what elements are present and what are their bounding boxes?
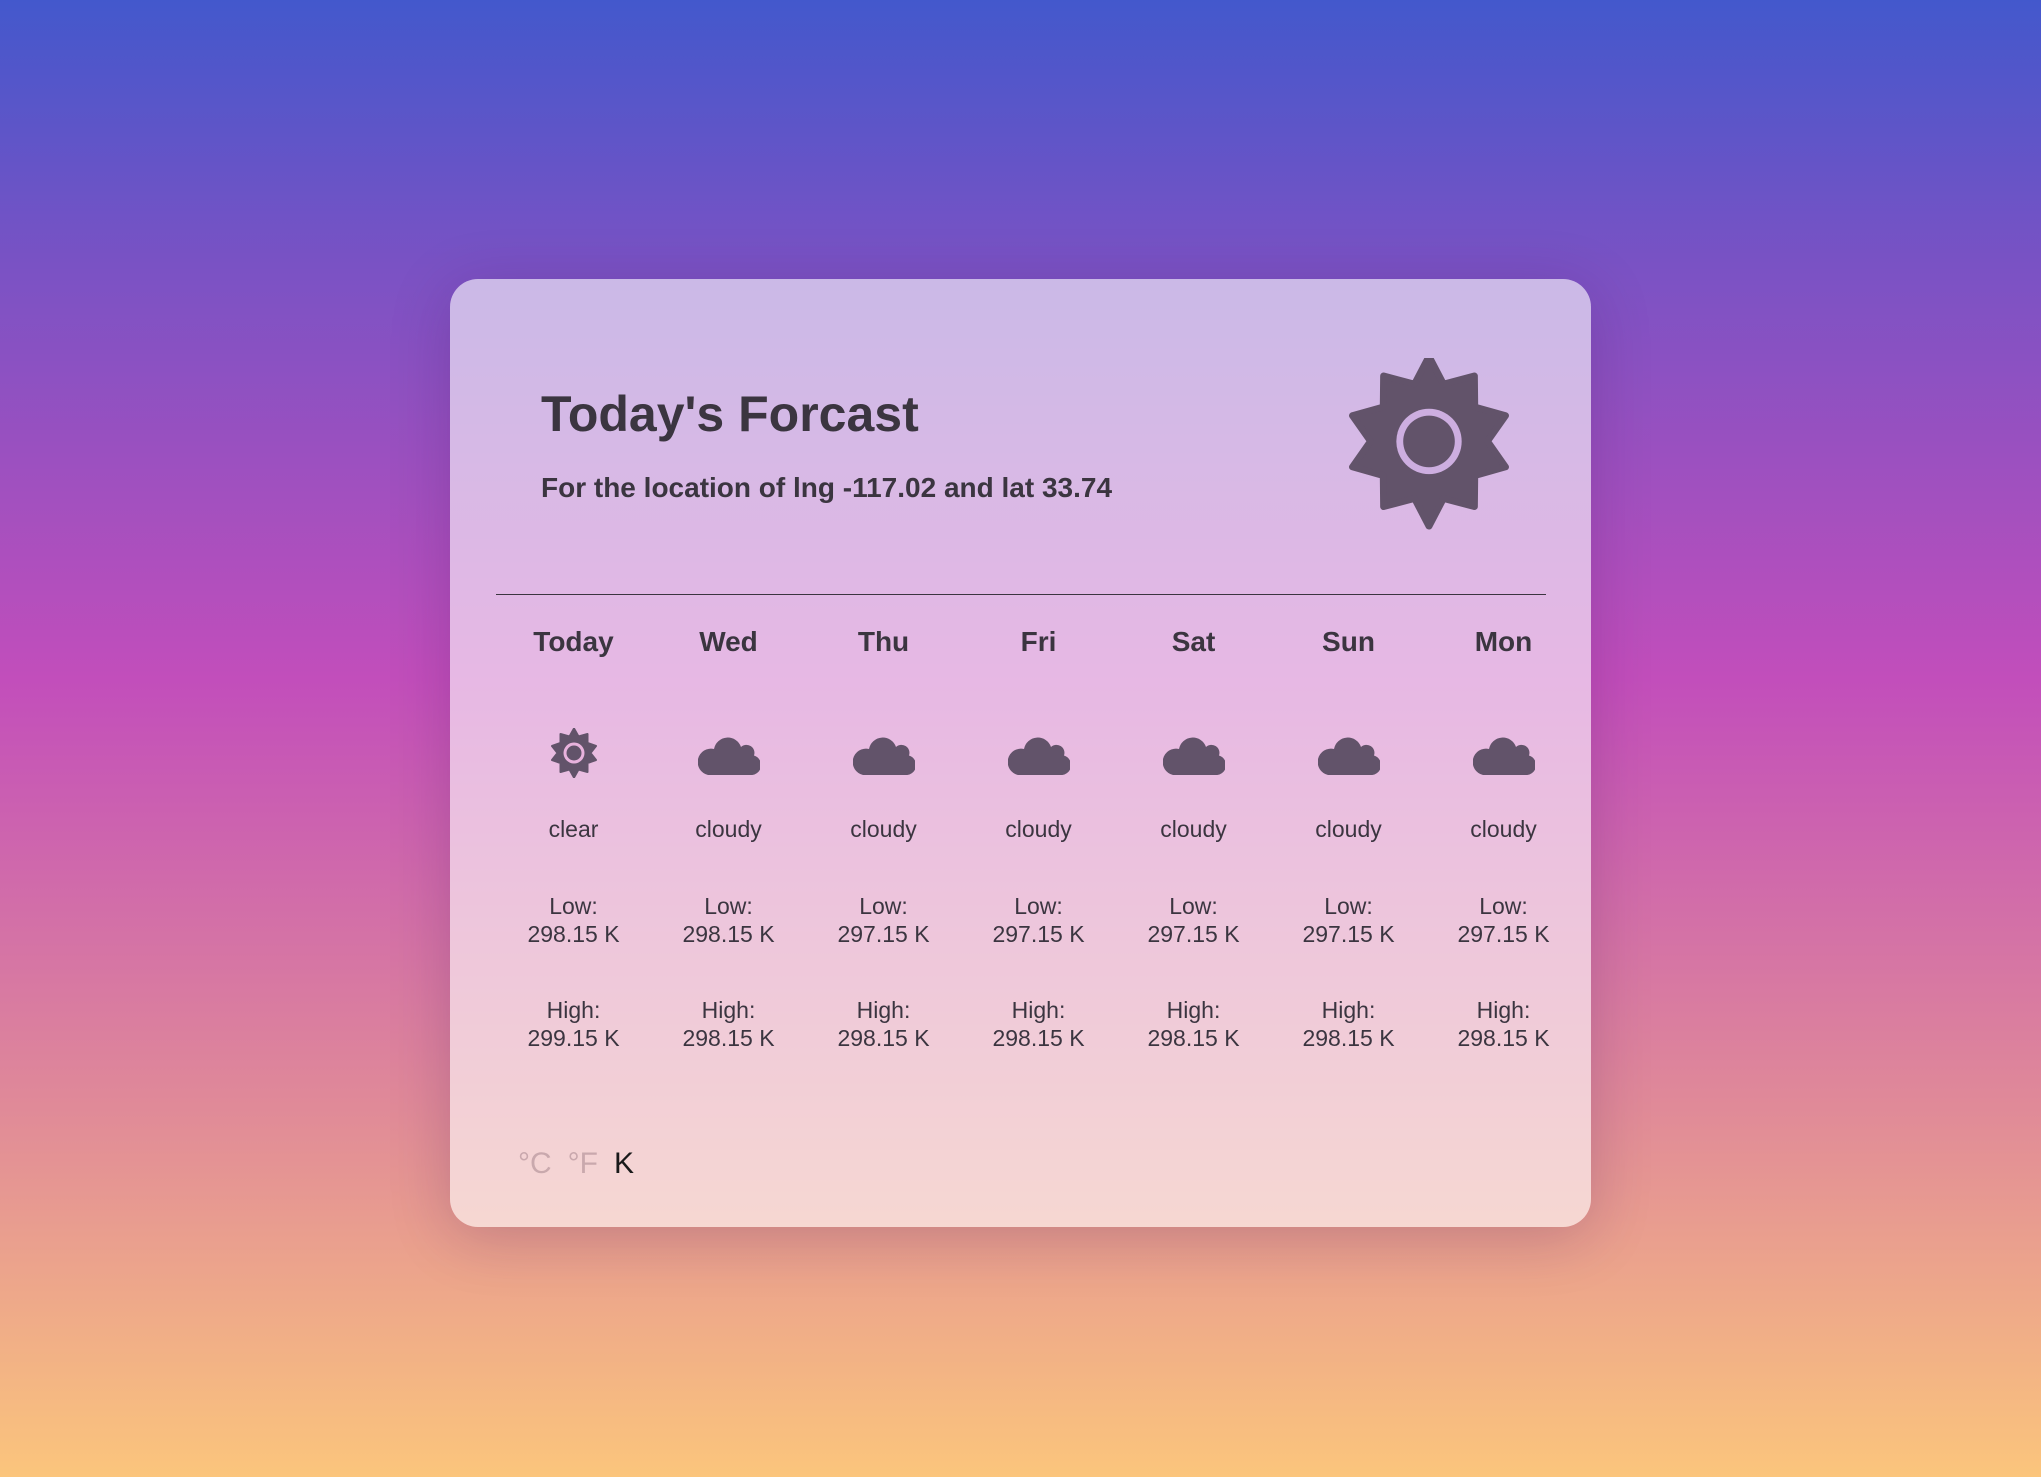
high-temp: High: 298.15 K (1302, 996, 1394, 1052)
forecast-header: Today's Forcast For the location of lng … (541, 389, 1112, 504)
day-column: Sat cloudy Low: 297.15 K High: 298.15 K (1116, 624, 1271, 1052)
day-column: Sun cloudy Low: 297.15 K High: 298.15 K (1271, 624, 1426, 1052)
low-temp: Low: 297.15 K (1302, 892, 1394, 948)
low-temp: Low: 297.15 K (1147, 892, 1239, 948)
high-label: High: (546, 997, 601, 1023)
high-label: High: (1321, 997, 1376, 1023)
cloud-icon (1007, 728, 1070, 778)
low-label: Low: (859, 893, 908, 919)
cloud-icon (1472, 728, 1535, 778)
forecast-card: Today's Forcast For the location of lng … (450, 279, 1591, 1227)
high-label: High: (856, 997, 911, 1023)
fahrenheit-button[interactable]: °F (568, 1147, 598, 1181)
day-name: Wed (699, 626, 758, 657)
day-name: Thu (857, 626, 910, 657)
condition-label: cloudy (695, 816, 762, 842)
low-label: Low: (1479, 893, 1528, 919)
high-value: 299.15 K (527, 1025, 620, 1051)
condition-label: cloudy (850, 816, 917, 842)
high-value: 298.15 K (837, 1025, 930, 1051)
low-label: Low: (1014, 893, 1063, 919)
sun-icon (1343, 353, 1515, 530)
high-value: 298.15 K (1302, 1025, 1395, 1051)
day-name: Today (533, 626, 614, 657)
low-value: 297.15 K (1457, 921, 1550, 947)
low-value: 297.15 K (992, 921, 1085, 947)
high-label: High: (1476, 997, 1531, 1023)
cloud-icon (1317, 728, 1380, 778)
condition-label: cloudy (1470, 816, 1537, 842)
kelvin-button[interactable]: K (614, 1147, 634, 1181)
divider (496, 594, 1546, 595)
high-value: 298.15 K (992, 1025, 1085, 1051)
high-temp: High: 298.15 K (837, 996, 929, 1052)
low-temp: Low: 297.15 K (1457, 892, 1549, 948)
day-name: Fri (1020, 626, 1057, 657)
low-value: 298.15 K (682, 921, 775, 947)
day-name: Mon (1474, 626, 1533, 657)
low-value: 297.15 K (1302, 921, 1395, 947)
sun-icon (543, 728, 605, 778)
page-title: Today's Forcast (541, 386, 919, 442)
high-label: High: (1166, 997, 1221, 1023)
low-label: Low: (1169, 893, 1218, 919)
condition-label: cloudy (1160, 816, 1227, 842)
low-temp: Low: 298.15 K (527, 892, 619, 948)
low-temp: Low: 297.15 K (992, 892, 1084, 948)
day-column: Wed cloudy Low: 298.15 K High: 298.15 K (651, 624, 806, 1052)
low-temp: Low: 298.15 K (682, 892, 774, 948)
unit-toggle: °C °F K (518, 1147, 634, 1181)
daily-forecast: Today clear Low: 298.15 K High: 299.15 K… (496, 624, 1581, 1052)
high-temp: High: 299.15 K (527, 996, 619, 1052)
low-label: Low: (549, 893, 598, 919)
condition-label: cloudy (1315, 816, 1382, 842)
location-subtitle: For the location of lng -117.02 and lat … (541, 472, 1113, 503)
day-column: Fri cloudy Low: 297.15 K High: 298.15 K (961, 624, 1116, 1052)
low-value: 297.15 K (837, 921, 930, 947)
day-column: Today clear Low: 298.15 K High: 299.15 K (496, 624, 651, 1052)
condition-label: cloudy (1005, 816, 1072, 842)
low-temp: Low: 297.15 K (837, 892, 929, 948)
high-temp: High: 298.15 K (1147, 996, 1239, 1052)
low-value: 297.15 K (1147, 921, 1240, 947)
high-temp: High: 298.15 K (992, 996, 1084, 1052)
high-temp: High: 298.15 K (1457, 996, 1549, 1052)
day-column: Mon cloudy Low: 297.15 K High: 298.15 K (1426, 624, 1581, 1052)
celsius-button[interactable]: °C (518, 1147, 552, 1181)
day-column: Thu cloudy Low: 297.15 K High: 298.15 K (806, 624, 961, 1052)
cloud-icon (852, 728, 915, 778)
day-name: Sat (1171, 626, 1216, 657)
low-label: Low: (1324, 893, 1373, 919)
day-name: Sun (1322, 626, 1375, 657)
high-label: High: (701, 997, 756, 1023)
low-label: Low: (704, 893, 753, 919)
high-label: High: (1011, 997, 1066, 1023)
cloud-icon (697, 728, 760, 778)
cloud-icon (1162, 728, 1225, 778)
condition-label: clear (548, 816, 599, 842)
high-value: 298.15 K (682, 1025, 775, 1051)
high-temp: High: 298.15 K (682, 996, 774, 1052)
high-value: 298.15 K (1147, 1025, 1240, 1051)
high-value: 298.15 K (1457, 1025, 1550, 1051)
low-value: 298.15 K (527, 921, 620, 947)
